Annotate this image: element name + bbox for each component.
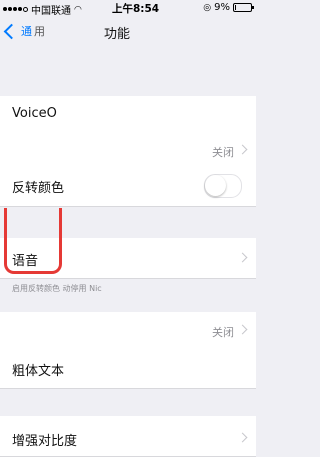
status-bar: 中国联通 ◠ 上午8:54 ◎ 9%: [0, 0, 256, 17]
row-label: 粗体文本: [12, 364, 65, 379]
status-right: ◎ 9%: [203, 2, 254, 13]
row-value: 关闭: [212, 146, 234, 159]
back-label-partial: 用: [34, 25, 45, 38]
carrier-name: 中国联通: [31, 6, 71, 17]
battery-percent: 9%: [214, 2, 230, 13]
row-increase-contrast[interactable]: 增强对比度: [0, 416, 256, 457]
row-setting-off-2[interactable]: 关闭: [0, 312, 256, 349]
carrier-signal: 中国联通 ◠: [3, 2, 82, 17]
red-highlight-mark: [4, 208, 62, 274]
navigation-bar: 通 用 功能: [0, 16, 256, 50]
row-value: 关闭: [212, 326, 234, 339]
back-label: 通: [21, 25, 32, 38]
row-label: 增强对比度: [12, 434, 78, 449]
chevron-right-icon: [237, 324, 248, 335]
chevron-right-icon: [237, 144, 248, 155]
page-title: 功能: [104, 27, 131, 42]
signal-strength-icon: [3, 7, 28, 12]
row-setting-off[interactable]: 关闭: [0, 134, 256, 167]
status-time: 上午8:54: [112, 3, 160, 15]
invert-colors-toggle[interactable]: [204, 174, 242, 198]
battery-level: [235, 5, 236, 10]
chevron-right-icon: [237, 432, 248, 443]
row-invert-colors: 反转颜色: [0, 166, 256, 207]
footer-note: 启用反转颜色 动停用 Nic: [12, 284, 102, 293]
back-button[interactable]: 通 用: [3, 23, 45, 39]
row-voiceover[interactable]: VoiceO: [0, 96, 256, 135]
row-label: VoiceO: [12, 106, 57, 121]
battery-icon: [233, 3, 254, 12]
toggle-knob: [205, 175, 226, 196]
chevron-right-icon: [237, 252, 248, 263]
rotation-lock-icon: ◎: [203, 2, 212, 13]
wifi-icon: ◠: [74, 4, 82, 15]
back-chevron-icon: [3, 23, 20, 39]
row-label: 反转颜色: [12, 181, 65, 196]
row-bold-text[interactable]: 粗体文本: [0, 348, 256, 389]
